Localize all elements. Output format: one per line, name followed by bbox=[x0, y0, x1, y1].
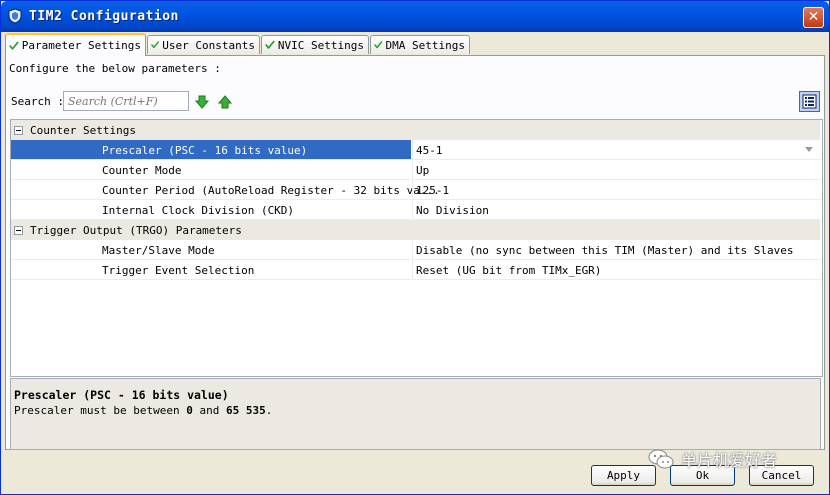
param-value: Reset (UG bit from TIMx_EGR) bbox=[416, 264, 602, 277]
check-icon bbox=[374, 41, 383, 49]
description-max: 65 535 bbox=[225, 404, 266, 417]
param-name: Internal Clock Division (CKD) bbox=[102, 204, 295, 217]
param-name: Counter Period (AutoReload Register - 32… bbox=[102, 184, 440, 197]
search-input[interactable] bbox=[63, 91, 189, 111]
param-name: Master/Slave Mode bbox=[102, 244, 215, 257]
param-value: Up bbox=[416, 164, 430, 177]
dropdown-arrow-icon[interactable] bbox=[805, 147, 813, 152]
param-name-cell[interactable]: Trigger Event Selection bbox=[11, 260, 411, 280]
group-label: Counter Settings bbox=[30, 124, 136, 137]
wechat-icon bbox=[648, 449, 674, 469]
search-label: Search : bbox=[11, 95, 64, 108]
group-label: Trigger Output (TRGO) Parameters bbox=[30, 224, 242, 237]
param-name: Trigger Event Selection bbox=[102, 264, 255, 277]
param-value: No Division bbox=[416, 204, 489, 217]
tab-user-constants[interactable]: User Constants bbox=[147, 35, 260, 54]
description-panel: Prescaler (PSC - 16 bits value) Prescale… bbox=[10, 378, 821, 450]
check-icon bbox=[265, 40, 275, 49]
check-icon bbox=[9, 41, 19, 50]
param-value-cell[interactable]: 125-1 bbox=[412, 180, 821, 200]
window-title: TIM2 Configuration bbox=[29, 9, 179, 24]
param-value-cell[interactable]: Up bbox=[412, 160, 821, 180]
group-trigger-output[interactable]: Trigger Output (TRGO) Parameters bbox=[11, 220, 820, 240]
group-counter-settings[interactable]: Counter Settings bbox=[11, 120, 820, 140]
watermark-text: 单片机爱好者 bbox=[681, 451, 778, 470]
param-name: Prescaler (PSC - 16 bits value) bbox=[102, 144, 308, 157]
param-row-counter-period[interactable]: Counter Period (AutoReload Register - 32… bbox=[11, 180, 821, 200]
description-min: 0 bbox=[186, 404, 193, 417]
param-value: 45-1 bbox=[416, 144, 443, 157]
list-view-button[interactable] bbox=[799, 91, 820, 112]
param-row-counter-mode[interactable]: Counter Mode Up bbox=[11, 160, 821, 180]
param-value-cell[interactable]: Reset (UG bit from TIMx_EGR) bbox=[412, 260, 821, 280]
tab-nvic-settings[interactable]: NVIC Settings bbox=[261, 35, 369, 54]
param-value-cell[interactable]: Disable (no sync between this TIM (Maste… bbox=[412, 240, 821, 260]
list-view-icon bbox=[802, 94, 817, 109]
arrow-up-icon[interactable] bbox=[218, 95, 232, 109]
param-value-cell[interactable]: 45-1 bbox=[412, 140, 821, 160]
configuration-window: TIM2 Configuration ✕ Parameter Settings … bbox=[0, 0, 830, 495]
param-name-cell[interactable]: Master/Slave Mode bbox=[11, 240, 411, 260]
tab-dma-settings[interactable]: DMA Settings bbox=[370, 35, 470, 54]
description-and: and bbox=[199, 404, 220, 417]
param-name-cell[interactable]: Counter Period (AutoReload Register - 32… bbox=[11, 180, 440, 200]
tab-label: DMA Settings bbox=[385, 38, 465, 52]
param-value: 125-1 bbox=[416, 184, 450, 197]
tab-label: NVIC Settings bbox=[277, 38, 364, 52]
close-button[interactable]: ✕ bbox=[803, 7, 824, 28]
param-row-master-slave-mode[interactable]: Master/Slave Mode Disable (no sync betwe… bbox=[11, 240, 821, 260]
parameter-grid: Counter Settings Prescaler (PSC - 16 bit… bbox=[10, 119, 823, 377]
param-row-clock-division[interactable]: Internal Clock Division (CKD) No Divisio… bbox=[11, 200, 821, 220]
description-title: Prescaler (PSC - 16 bits value) bbox=[14, 388, 229, 402]
param-name-cell[interactable]: Internal Clock Division (CKD) bbox=[11, 200, 411, 220]
tab-content-panel: Configure the below parameters : Search … bbox=[5, 55, 825, 450]
tab-label: User Constants bbox=[162, 38, 255, 52]
param-value: Disable (no sync between this TIM (Maste… bbox=[416, 244, 794, 257]
tab-strip: Parameter Settings User Constants NVIC S… bbox=[5, 33, 825, 56]
tab-label: Parameter Settings bbox=[21, 39, 141, 52]
param-value-cell[interactable]: No Division bbox=[412, 200, 821, 220]
param-row-prescaler[interactable]: Prescaler (PSC - 16 bits value) 45-1 bbox=[11, 140, 821, 160]
tab-parameter-settings[interactable]: Parameter Settings bbox=[5, 33, 146, 56]
app-shield-icon bbox=[8, 8, 22, 24]
close-icon: ✕ bbox=[807, 9, 820, 25]
param-row-trigger-event[interactable]: Trigger Event Selection Reset (UG bit fr… bbox=[11, 260, 821, 280]
description-text: Prescaler must be between 0 and 65 535. bbox=[14, 404, 272, 417]
collapse-icon[interactable] bbox=[14, 226, 23, 235]
instruction-text: Configure the below parameters : bbox=[9, 62, 221, 75]
param-name: Counter Mode bbox=[102, 164, 182, 177]
arrow-down-icon[interactable] bbox=[195, 95, 209, 109]
watermark: 单片机爱好者 bbox=[647, 447, 777, 471]
param-name-cell[interactable]: Counter Mode bbox=[11, 160, 411, 180]
description-suffix: . bbox=[265, 404, 273, 417]
title-bar[interactable]: TIM2 Configuration ✕ bbox=[1, 1, 829, 32]
collapse-icon[interactable] bbox=[14, 126, 23, 135]
description-prefix: Prescaler must be between bbox=[14, 404, 180, 417]
param-name-cell[interactable]: Prescaler (PSC - 16 bits value) bbox=[11, 140, 411, 160]
check-icon bbox=[151, 41, 160, 49]
